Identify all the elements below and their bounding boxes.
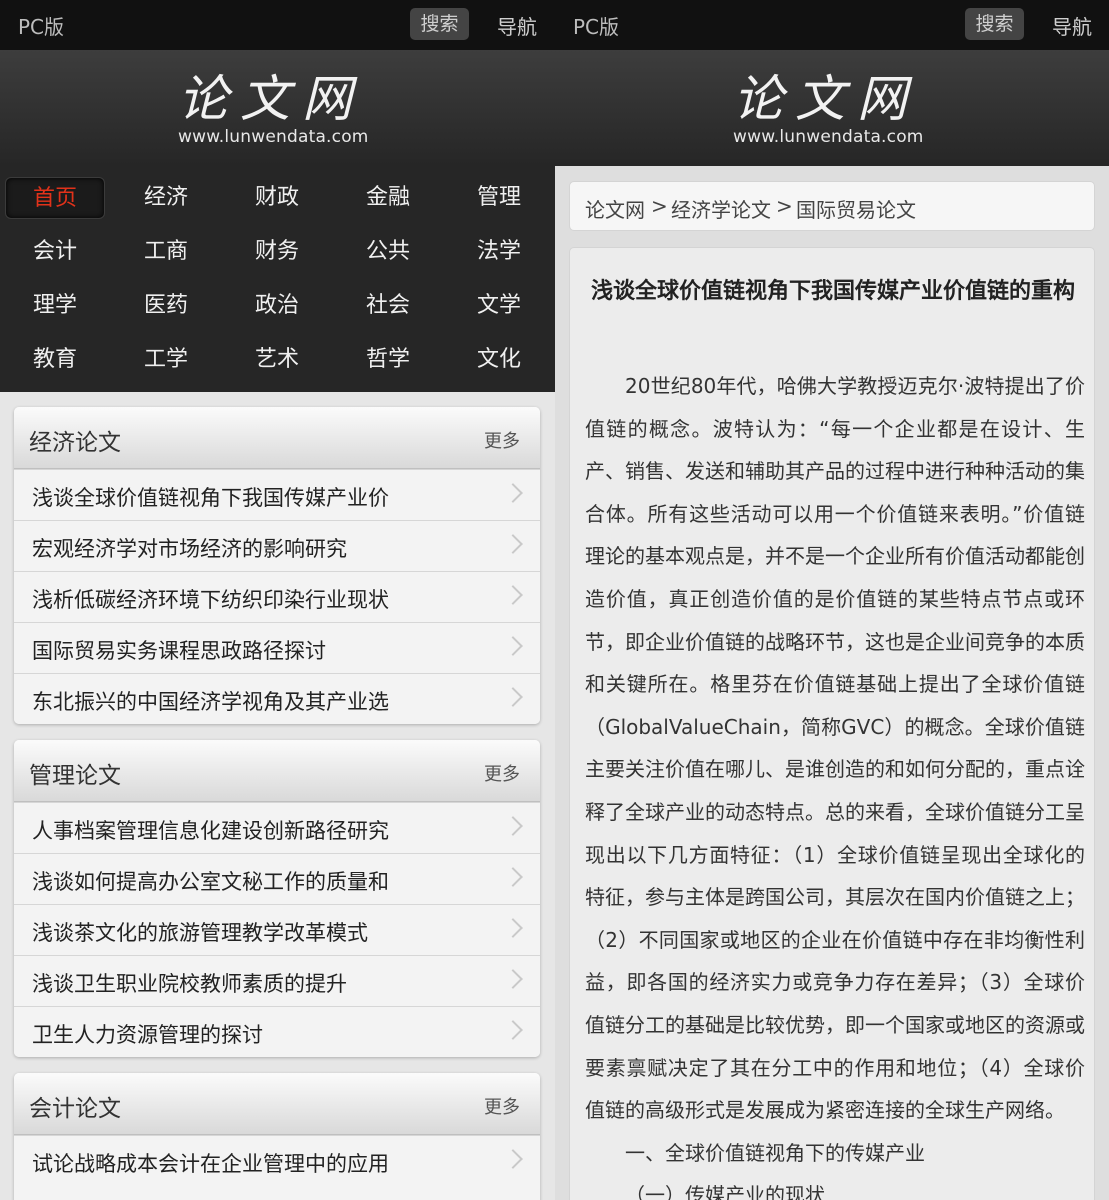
nav-item-category[interactable]: 公共 [338, 231, 438, 273]
nav-item-category[interactable]: 会计 [5, 231, 105, 273]
site-logo[interactable]: 论文网 www.lunwendata.com [178, 70, 378, 150]
list-item-label: 试论战略成本会计在企业管理中的应用 [32, 1152, 389, 1176]
nav-item-category[interactable]: 管理 [449, 177, 549, 219]
chevron-right-icon [503, 483, 523, 503]
top-bar: PC版 搜索 导航 [555, 0, 1109, 50]
nav-item-category[interactable]: 金融 [338, 177, 438, 219]
section-management: 管理论文 更多 人事档案管理信息化建设创新路径研究 浅谈如何提高办公室文秘工作的… [14, 740, 540, 1057]
breadcrumb: 论文网 > 经济学论文 > 国际贸易论文 [569, 181, 1095, 231]
list-item[interactable]: 人事档案管理信息化建设创新路径研究 [14, 802, 540, 853]
chevron-right-icon [503, 1020, 523, 1040]
nav-item-category[interactable]: 财务 [227, 231, 327, 273]
list-item[interactable]: 浅谈茶文化的旅游管理教学改革模式 [14, 904, 540, 955]
logo-domain: www.lunwendata.com [178, 127, 369, 147]
site-logo[interactable]: 论文网 www.lunwendata.com [733, 70, 933, 150]
left-screen: PC版 搜索 导航 论文网 www.lunwendata.com 首页 经济 财政金… [0, 0, 555, 1200]
site-header: 论文网 www.lunwendata.com [0, 50, 555, 166]
list-item[interactable]: 试论战略成本会计在企业管理中的应用 [14, 1135, 540, 1186]
more-link[interactable]: 更多 [484, 760, 520, 786]
pc-version-link[interactable]: PC版 [18, 11, 64, 40]
article-title: 浅谈全球价值链视角下我国传媒产业价值链的重构 [590, 279, 1075, 304]
list-item[interactable]: 浅谈如何提高办公室文秘工作的质量和 [14, 853, 540, 904]
nav-item-home[interactable]: 首页 [5, 177, 105, 219]
section-header: 会计论文 更多 [14, 1073, 540, 1135]
nav-item-category[interactable]: 经济 [116, 177, 216, 219]
nav-item-category[interactable]: 工学 [116, 339, 216, 381]
chevron-right-icon [503, 585, 523, 605]
list-item-label: 浅谈卫生职业院校教师素质的提升 [32, 972, 347, 996]
chevron-right-icon [503, 867, 523, 887]
list-item-label: 东北振兴的中国经济学视角及其产业选 [32, 690, 389, 714]
list-item[interactable]: 国际贸易实务课程思政路径探讨 [14, 622, 540, 673]
breadcrumb-separator: > [776, 194, 793, 218]
nav-item-category[interactable]: 文化 [449, 339, 549, 381]
section-header: 经济论文 更多 [14, 407, 540, 469]
section-accounting: 会计论文 更多 试论战略成本会计在企业管理中的应用 [14, 1073, 540, 1200]
pc-version-link[interactable]: PC版 [573, 11, 619, 40]
nav-item-category[interactable]: 政治 [227, 285, 327, 327]
breadcrumb-level2[interactable]: 国际贸易论文 [796, 194, 916, 223]
nav-item-category[interactable]: 法学 [449, 231, 549, 273]
chevron-right-icon [503, 816, 523, 836]
logo-mark: 论文网 [733, 70, 919, 128]
logo-domain: www.lunwendata.com [733, 127, 924, 147]
search-button[interactable]: 搜索 [410, 8, 469, 40]
list-item-label: 浅析低碳经济环境下纺织印染行业现状 [32, 588, 389, 612]
chevron-right-icon [503, 918, 523, 938]
list-item-label: 浅谈如何提高办公室文秘工作的质量和 [32, 870, 389, 894]
list-item-label: 卫生人力资源管理的探讨 [32, 1023, 263, 1047]
search-button[interactable]: 搜索 [965, 8, 1024, 40]
right-screen: PC版 搜索 导航 论文网 www.lunwendata.com 论文网 > 经… [555, 0, 1109, 1200]
section-title: 管理论文 [29, 763, 121, 789]
list-item[interactable]: 宏观经济学对市场经济的影响研究 [14, 520, 540, 571]
nav-button[interactable]: 导航 [497, 11, 537, 40]
chevron-right-icon [503, 969, 523, 989]
nav-item-category[interactable]: 社会 [338, 285, 438, 327]
chevron-right-icon [503, 534, 523, 554]
list-item[interactable]: 浅谈全球价值链视角下我国传媒产业价 [14, 469, 540, 520]
breadcrumb-separator: > [651, 194, 668, 218]
logo-mark: 论文网 [178, 70, 364, 128]
breadcrumb-home[interactable]: 论文网 [585, 194, 645, 223]
article-paragraph: 20世纪80年代，哈佛大学教授迈克尔·波特提出了价值链的概念。波特认为：“每一个… [585, 374, 1085, 1123]
chevron-right-icon [503, 636, 523, 656]
nav-button[interactable]: 导航 [1052, 11, 1092, 40]
list-item-label: 浅谈全球价值链视角下我国传媒产业价 [32, 486, 389, 510]
chevron-right-icon [503, 1149, 523, 1169]
list-item[interactable]: 浅谈卫生职业院校教师素质的提升 [14, 955, 540, 1006]
nav-item-category[interactable]: 理学 [5, 285, 105, 327]
more-link[interactable]: 更多 [484, 1093, 520, 1119]
section-title: 经济论文 [29, 430, 121, 456]
section-header: 管理论文 更多 [14, 740, 540, 802]
list-item-label: 浅谈茶文化的旅游管理教学改革模式 [32, 921, 368, 945]
section-title: 会计论文 [29, 1096, 121, 1122]
category-nav: 首页 经济 财政 金融 管理会计 工商 财务 公共 法学理学 医药 政治 社会 文学教育 工学 艺术 哲学 文化 [0, 166, 555, 392]
article-subheading: （一）传媒产业的现状 [625, 1183, 825, 1200]
article: 浅谈全球价值链视角下我国传媒产业价值链的重构 20世纪80年代，哈佛大学教授迈克… [569, 247, 1095, 1200]
more-link[interactable]: 更多 [484, 427, 520, 453]
section-economics: 经济论文 更多 浅谈全球价值链视角下我国传媒产业价 宏观经济学对市场经济的影响研… [14, 407, 540, 724]
list-item-label: 人事档案管理信息化建设创新路径研究 [32, 819, 389, 843]
chevron-right-icon [503, 687, 523, 707]
breadcrumb-level1[interactable]: 经济学论文 [671, 194, 771, 223]
nav-item-category[interactable]: 医药 [116, 285, 216, 327]
site-header: 论文网 www.lunwendata.com [555, 50, 1109, 166]
list-item[interactable]: 浅析低碳经济环境下纺织印染行业现状 [14, 571, 540, 622]
list-item-label: 国际贸易实务课程思政路径探讨 [32, 639, 326, 663]
list-item[interactable]: 卫生人力资源管理的探讨 [14, 1006, 540, 1057]
nav-item-category[interactable]: 教育 [5, 339, 105, 381]
nav-item-category[interactable]: 哲学 [338, 339, 438, 381]
nav-item-category[interactable]: 艺术 [227, 339, 327, 381]
list-item[interactable]: 东北振兴的中国经济学视角及其产业选 [14, 673, 540, 724]
list-item-label: 宏观经济学对市场经济的影响研究 [32, 537, 347, 561]
top-bar: PC版 搜索 导航 [0, 0, 555, 50]
nav-item-category[interactable]: 工商 [116, 231, 216, 273]
nav-item-category[interactable]: 文学 [449, 285, 549, 327]
nav-item-category[interactable]: 财政 [227, 177, 327, 219]
article-body: 20世纪80年代，哈佛大学教授迈克尔·波特提出了价值链的概念。波特认为：“每一个… [585, 365, 1085, 1200]
article-heading: 一、全球价值链视角下的传媒产业 [625, 1140, 925, 1165]
